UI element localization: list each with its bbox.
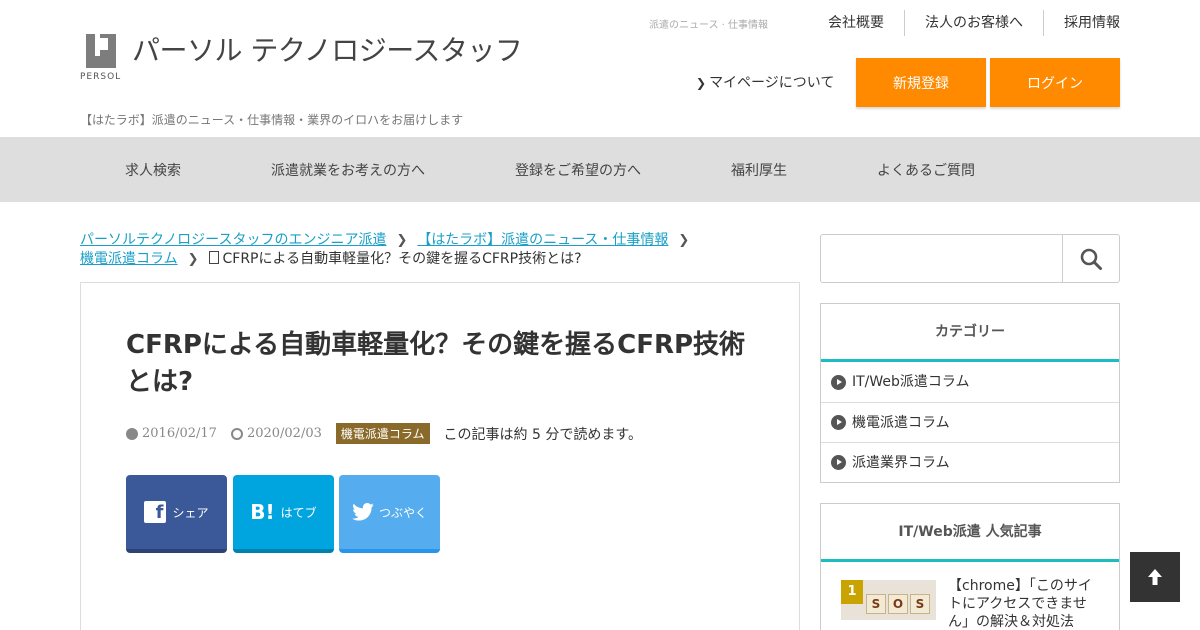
sync-icon [230, 427, 243, 440]
search-icon [1080, 248, 1102, 270]
corporate-link[interactable]: 法人のお客様へ [904, 10, 1043, 36]
rank-badge: 1 [841, 580, 863, 604]
logo-word: PERSOL [80, 72, 122, 82]
top-small-text: 派遣のニュース · 仕事情報 [648, 19, 768, 31]
hatena-icon: B! [250, 500, 275, 524]
arrow-up-icon [1148, 569, 1162, 585]
article-meta: 2016/02/17 2020/02/03 機電派遣コラム この記事は約 5 分… [126, 423, 642, 444]
company-link[interactable]: 会社概要 [808, 10, 904, 36]
twitter-share-button[interactable]: つぶやく [339, 475, 440, 553]
category-label: IT/Web派遣コラム [852, 374, 970, 390]
popular-widget: IT/Web派遣 人気記事 S O S 1 【chrome】「このサイトにアクセ… [820, 503, 1120, 630]
facebook-share-button[interactable]: f シェア [126, 475, 227, 553]
hatena-share-label: はてブ [280, 505, 317, 520]
nav-considering[interactable]: 派遣就業をお考えの方へ [271, 137, 425, 202]
document-icon [208, 251, 219, 264]
nav-faq[interactable]: よくあるご質問 [877, 137, 975, 202]
hatena-bookmark-button[interactable]: B! はてブ [233, 475, 334, 553]
breadcrumb-hatalabo[interactable]: 【はたラボ】派遣のニュース・仕事情報 [417, 232, 668, 248]
thumb-letter: S [866, 594, 886, 614]
clock-icon [126, 427, 138, 440]
breadcrumb-home[interactable]: パーソルテクノロジースタッフのエンジニア派遣 [80, 232, 386, 248]
top-links: 派遣のニュース · 仕事情報 会社概要 法人のお客様へ 採用情報 [649, 10, 1120, 36]
popular-item[interactable]: S O S 1 【chrome】「このサイトにアクセスできません」の解決＆対処法 [821, 562, 1119, 630]
back-to-top-button[interactable] [1130, 552, 1180, 602]
article-title: CFRPによる自動車軽量化？その鍵を握るCFRP技術とは? [126, 330, 746, 397]
popular-widget-title: IT/Web派遣 人気記事 [821, 504, 1119, 562]
category-item-itweb[interactable]: IT/Web派遣コラム [821, 362, 1119, 402]
chevron-right-icon: ❯ [396, 233, 408, 248]
nav-registration[interactable]: 登録をご希望の方へ [515, 137, 641, 202]
mypage-link[interactable]: ❯ マイページについて [696, 72, 834, 92]
twitter-share-label: つぶやく [378, 505, 427, 520]
chevron-right-icon: ❯ [678, 233, 690, 248]
nav-job-search[interactable]: 求人検索 [125, 137, 181, 202]
category-widget-title: カテゴリー [821, 304, 1119, 362]
chevron-right-icon: ❯ [696, 76, 707, 90]
site-logo[interactable]: PERSOL パーソル テクノロジースタッフ [80, 34, 523, 82]
search-button[interactable] [1062, 235, 1119, 282]
updated-date: 2020/02/03 [246, 426, 322, 441]
chevron-right-icon: ❯ [187, 252, 199, 267]
mypage-label: マイページについて [709, 75, 835, 91]
register-button[interactable]: 新規登録 [856, 58, 986, 107]
nav-benefits[interactable]: 福利厚生 [731, 137, 787, 202]
breadcrumb-current: CFRPによる自動車軽量化？その鍵を握るCFRP技術とは? [222, 251, 582, 267]
facebook-share-label: シェア [172, 505, 209, 520]
login-button[interactable]: ログイン [990, 58, 1120, 107]
category-label: 機電派遣コラム [852, 414, 950, 431]
persol-logo-icon: PERSOL [80, 34, 124, 82]
play-circle-icon [831, 374, 846, 390]
thumb-letter: S [910, 594, 930, 614]
category-widget: カテゴリー IT/Web派遣コラム 機電派遣コラム 派遣業界コラム [820, 303, 1120, 483]
site-tagline: 【はたラボ】派遣のニュース・仕事情報・業界のイロハをお届けします [80, 113, 464, 127]
logo-name: パーソル テクノロジースタッフ [132, 34, 523, 67]
play-circle-icon [831, 455, 846, 470]
published-date: 2016/02/17 [142, 426, 217, 441]
category-badge[interactable]: 機電派遣コラム [335, 423, 430, 444]
site-header: PERSOL パーソル テクノロジースタッフ 【はたラボ】派遣のニュース・仕事情… [0, 0, 1200, 137]
thumb-letter: O [888, 594, 908, 614]
category-label: 派遣業界コラム [852, 454, 950, 471]
facebook-icon: f [144, 501, 167, 523]
twitter-icon [352, 503, 374, 521]
search-input[interactable] [820, 234, 1120, 283]
play-circle-icon [831, 415, 846, 430]
category-list: IT/Web派遣コラム 機電派遣コラム 派遣業界コラム [821, 362, 1119, 482]
breadcrumb-category[interactable]: 機電派遣コラム [80, 251, 178, 267]
article-card: CFRPによる自動車軽量化？その鍵を握るCFRP技術とは? 2016/02/17… [80, 282, 800, 630]
recruit-link[interactable]: 採用情報 [1043, 10, 1120, 36]
category-item-industry[interactable]: 派遣業界コラム [821, 442, 1119, 482]
read-time: この記事は約 5 分で読めます。 [443, 426, 642, 443]
popular-title: 【chrome】「このサイトにアクセスできません」の解決＆対処法 [948, 578, 1092, 630]
global-nav: 求人検索 派遣就業をお考えの方へ 登録をご希望の方へ 福利厚生 よくあるご質問 [0, 137, 1200, 202]
breadcrumb: パーソルテクノロジースタッフのエンジニア派遣 ❯ 【はたラボ】派遣のニュース・仕事情… [80, 231, 800, 269]
category-item-kiden[interactable]: 機電派遣コラム [821, 402, 1119, 442]
